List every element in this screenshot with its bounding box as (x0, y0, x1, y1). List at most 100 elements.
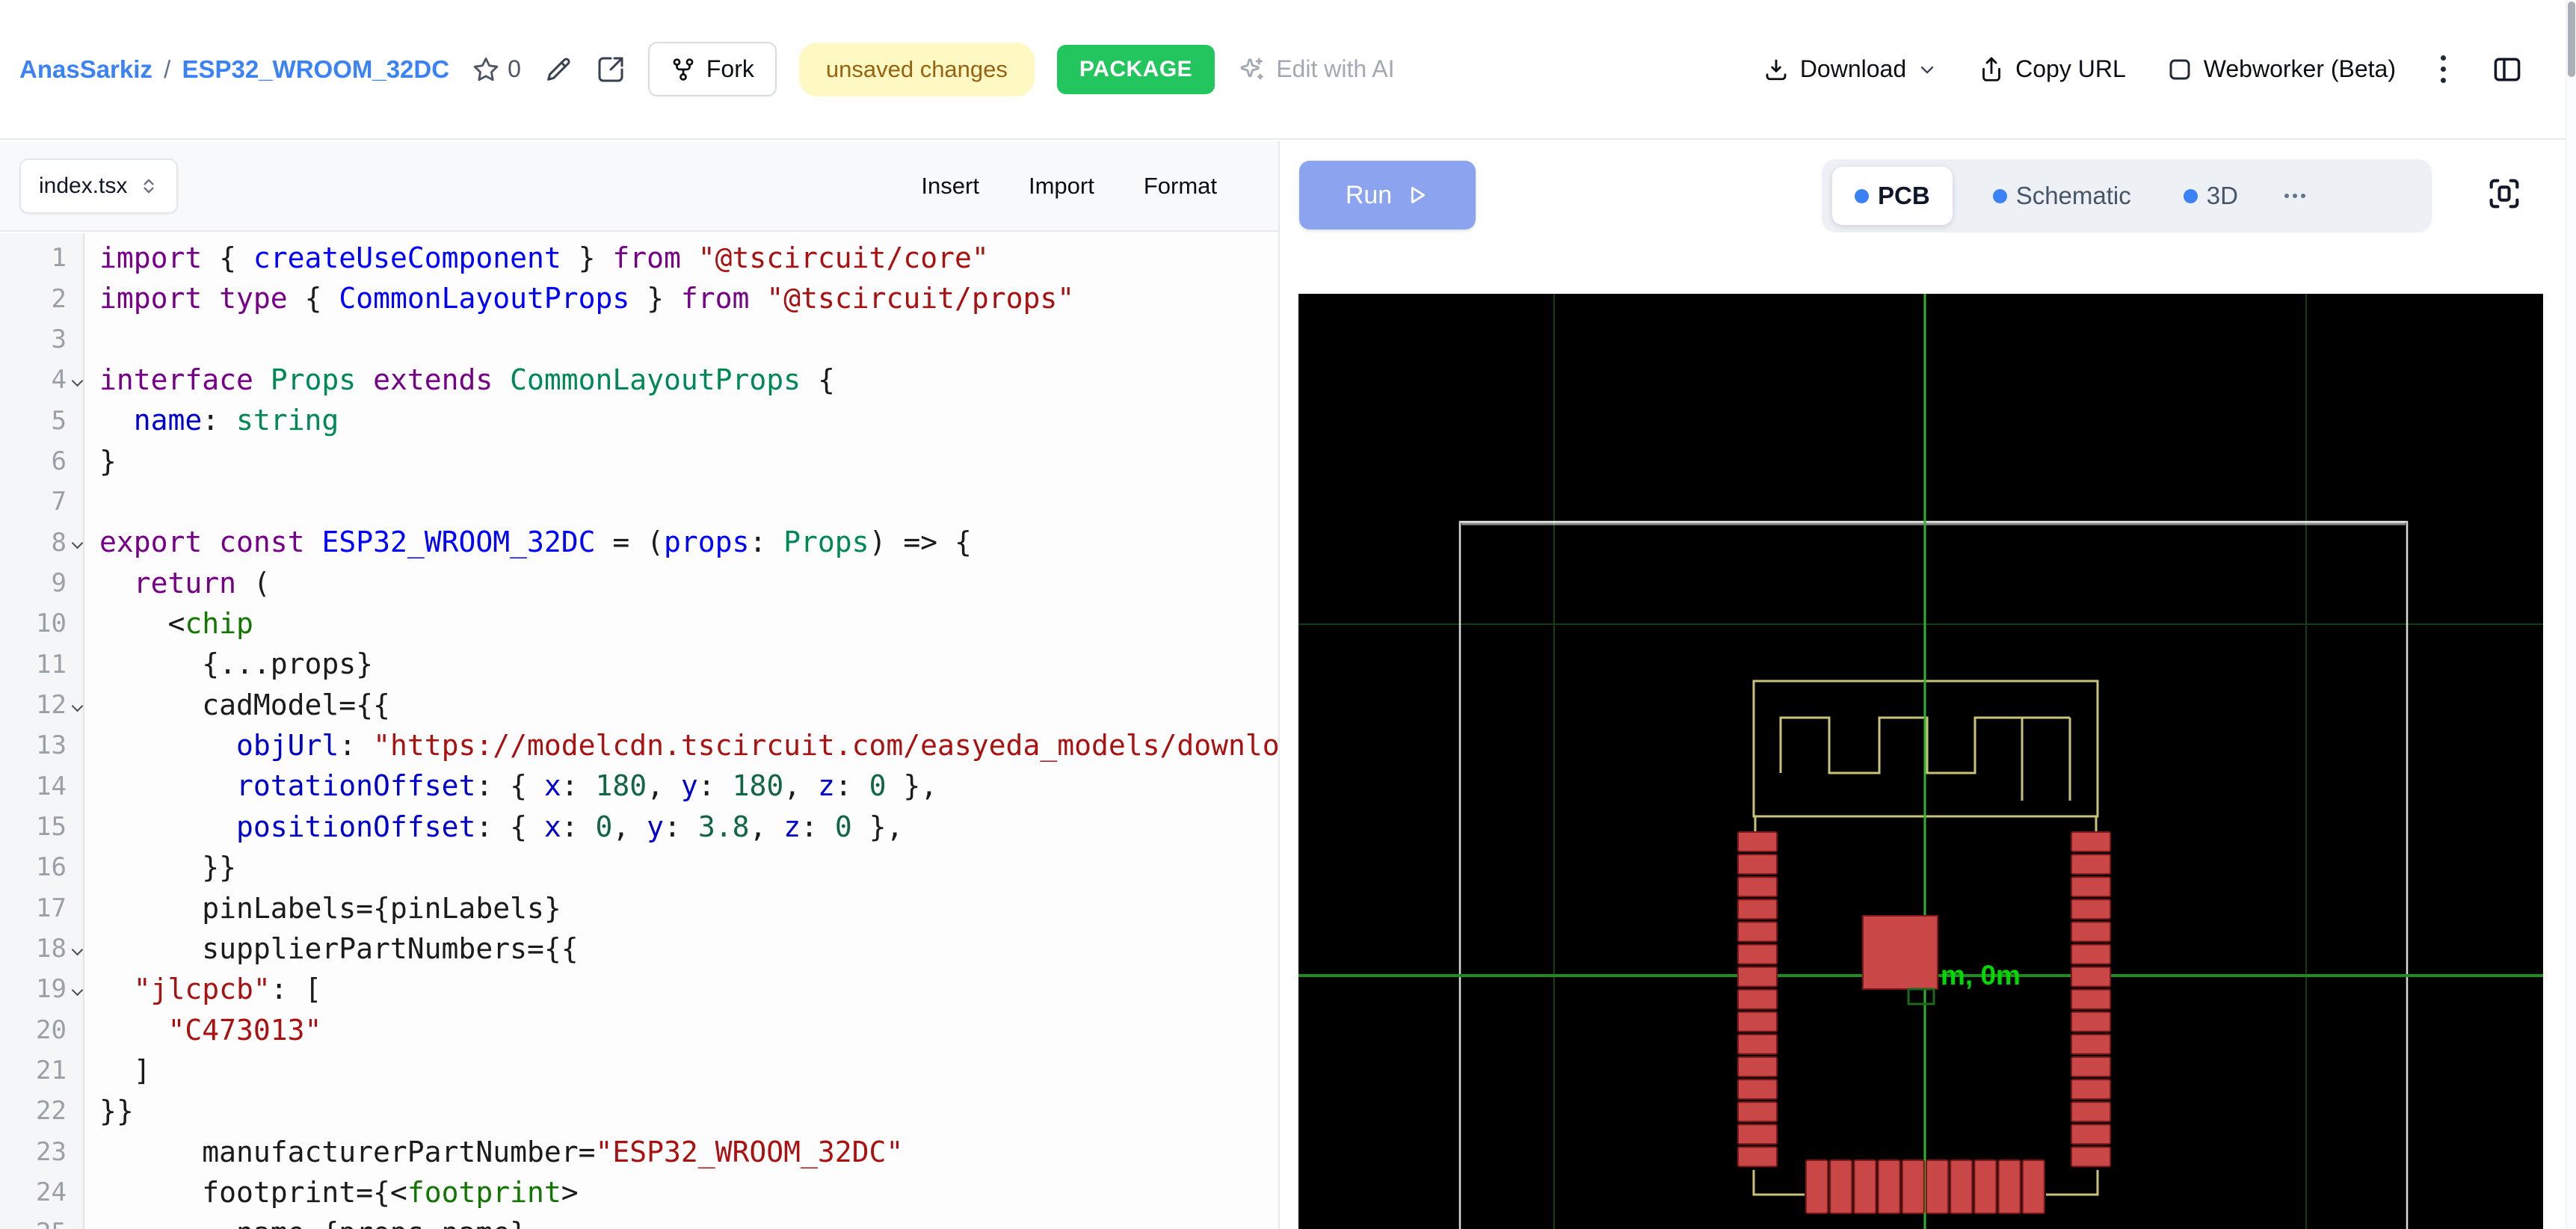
line-number[interactable]: 16 (0, 847, 83, 887)
code-line[interactable]: supplierPartNumbers={{ (99, 928, 1278, 969)
code-line[interactable]: }} (99, 847, 1278, 887)
fold-caret-icon[interactable] (72, 985, 84, 997)
code-line[interactable]: "jlcpcb": [ (99, 969, 1278, 1009)
smt-pad[interactable] (1738, 967, 1777, 987)
menu-format[interactable]: Format (1144, 173, 1217, 200)
line-number[interactable]: 7 (0, 481, 83, 522)
file-selector[interactable]: index.tsx (19, 158, 178, 214)
smt-pad[interactable] (1738, 922, 1777, 941)
edit-with-ai-button[interactable]: Edit with AI (1237, 55, 1394, 84)
open-external-button[interactable] (596, 55, 626, 84)
line-number[interactable]: 5 (0, 400, 83, 440)
smt-pad[interactable] (1738, 1147, 1777, 1166)
line-number[interactable]: 21 (0, 1050, 83, 1091)
smt-pad[interactable] (2071, 899, 2110, 919)
line-number[interactable]: 23 (0, 1132, 83, 1172)
code-line[interactable]: objUrl: "https://modelcdn.tscircuit.com/… (99, 725, 1278, 766)
code-line[interactable]: {...props} (99, 644, 1278, 684)
code-line[interactable]: import { createUseComponent } from "@tsc… (99, 238, 1278, 278)
line-number[interactable]: 9 (0, 563, 83, 603)
smt-pad[interactable] (2071, 1147, 2110, 1166)
breadcrumb-owner-link[interactable]: AnasSarkiz (19, 55, 152, 83)
tab-schematic[interactable]: Schematic (1981, 182, 2143, 210)
smt-pad[interactable] (2071, 990, 2110, 1009)
line-number[interactable]: 15 (0, 807, 83, 847)
line-number[interactable]: 10 (0, 603, 83, 644)
line-number[interactable]: 6 (0, 441, 83, 481)
smt-pad[interactable] (1879, 1160, 1900, 1213)
line-number[interactable]: 22 (0, 1091, 83, 1131)
smt-pad[interactable] (1830, 1160, 1852, 1213)
line-number[interactable]: 2 (0, 278, 83, 318)
star-count[interactable]: 0 (472, 55, 521, 84)
smt-pad[interactable] (2071, 854, 2110, 874)
line-number[interactable]: 4 (0, 360, 83, 400)
line-number[interactable]: 19 (0, 969, 83, 1009)
code-line[interactable]: "C473013" (99, 1010, 1278, 1050)
smt-pad[interactable] (1738, 1057, 1777, 1076)
code-line[interactable]: name={props.name} (99, 1213, 1278, 1229)
line-number[interactable]: 17 (0, 888, 83, 928)
code-line[interactable]: name: string (99, 400, 1278, 440)
smt-pad[interactable] (1738, 1102, 1777, 1121)
breadcrumb-package-link[interactable]: ESP32_WROOM_32DC (182, 55, 449, 83)
fold-caret-icon[interactable] (72, 700, 84, 712)
smt-pad[interactable] (2071, 1079, 2110, 1099)
fold-caret-icon[interactable] (72, 375, 84, 387)
line-number[interactable]: 12 (0, 685, 83, 725)
code-line[interactable]: manufacturerPartNumber="ESP32_WROOM_32DC… (99, 1132, 1278, 1172)
smt-pad[interactable] (2071, 1124, 2110, 1144)
smt-pad[interactable] (2071, 1012, 2110, 1032)
line-number[interactable]: 1 (0, 238, 83, 278)
smt-pad[interactable] (1738, 1012, 1777, 1032)
code-line[interactable]: return ( (99, 563, 1278, 603)
code-line[interactable]: ] (99, 1050, 1278, 1091)
smt-pad[interactable] (1738, 877, 1777, 896)
smt-pad[interactable] (1902, 1160, 1924, 1213)
smt-pad[interactable] (1926, 1160, 1948, 1213)
code-line[interactable] (99, 481, 1278, 522)
code-line[interactable]: rotationOffset: { x: 180, y: 180, z: 0 }… (99, 766, 1278, 806)
copy-url-button[interactable]: Copy URL (1978, 55, 2126, 83)
line-number[interactable]: 24 (0, 1172, 83, 1213)
smt-pad[interactable] (1738, 1079, 1777, 1099)
code-line[interactable]: interface Props extends CommonLayoutProp… (99, 360, 1278, 400)
line-number-gutter[interactable]: 1234567891011121314151617181920212223242… (0, 233, 84, 1229)
line-number[interactable]: 13 (0, 725, 83, 766)
smt-pad[interactable] (1738, 1035, 1777, 1054)
code-line[interactable]: export const ESP32_WROOM_32DC = (props: … (99, 522, 1278, 562)
page-scrollbar-thumb[interactable] (2568, 1, 2575, 77)
smt-pad[interactable] (2071, 945, 2110, 964)
smt-pad[interactable] (2071, 922, 2110, 941)
smt-pad[interactable] (1854, 1160, 1876, 1213)
menu-import[interactable]: Import (1029, 173, 1094, 200)
code-content[interactable]: import { createUseComponent } from "@tsc… (84, 233, 1278, 1229)
smt-pad[interactable] (2023, 1160, 2045, 1213)
menu-insert[interactable]: Insert (921, 173, 979, 200)
line-number[interactable]: 20 (0, 1010, 83, 1050)
fold-caret-icon[interactable] (72, 538, 84, 549)
tab-pcb[interactable]: PCB (1832, 167, 1953, 225)
smt-pad[interactable] (1738, 854, 1777, 874)
smt-pad[interactable] (2071, 1057, 2110, 1076)
smt-pad[interactable] (1806, 1160, 1828, 1213)
line-number[interactable]: 11 (0, 644, 83, 684)
smt-pad[interactable] (2071, 1035, 2110, 1054)
code-editor[interactable]: 1234567891011121314151617181920212223242… (0, 233, 1278, 1229)
smt-pad[interactable] (2071, 967, 2110, 987)
run-button[interactable]: Run (1299, 161, 1476, 230)
fullscreen-button[interactable] (2485, 174, 2524, 213)
tab-3d[interactable]: 3D (2172, 182, 2250, 210)
code-line[interactable]: footprint={<footprint> (99, 1172, 1278, 1213)
line-number[interactable]: 8 (0, 522, 83, 562)
code-line[interactable]: pinLabels={pinLabels} (99, 888, 1278, 928)
smt-pad[interactable] (1738, 899, 1777, 919)
smt-pad[interactable] (1738, 1124, 1777, 1144)
download-button[interactable]: Download (1763, 55, 1938, 83)
line-number[interactable]: 25 (0, 1213, 83, 1229)
smt-pad[interactable] (2071, 832, 2110, 851)
pcb-viewport[interactable]: m, 0m (1298, 294, 2543, 1229)
code-line[interactable]: cadModel={{ (99, 685, 1278, 725)
smt-pad[interactable] (1738, 990, 1777, 1009)
code-line[interactable]: import type { CommonLayoutProps } from "… (99, 278, 1278, 318)
